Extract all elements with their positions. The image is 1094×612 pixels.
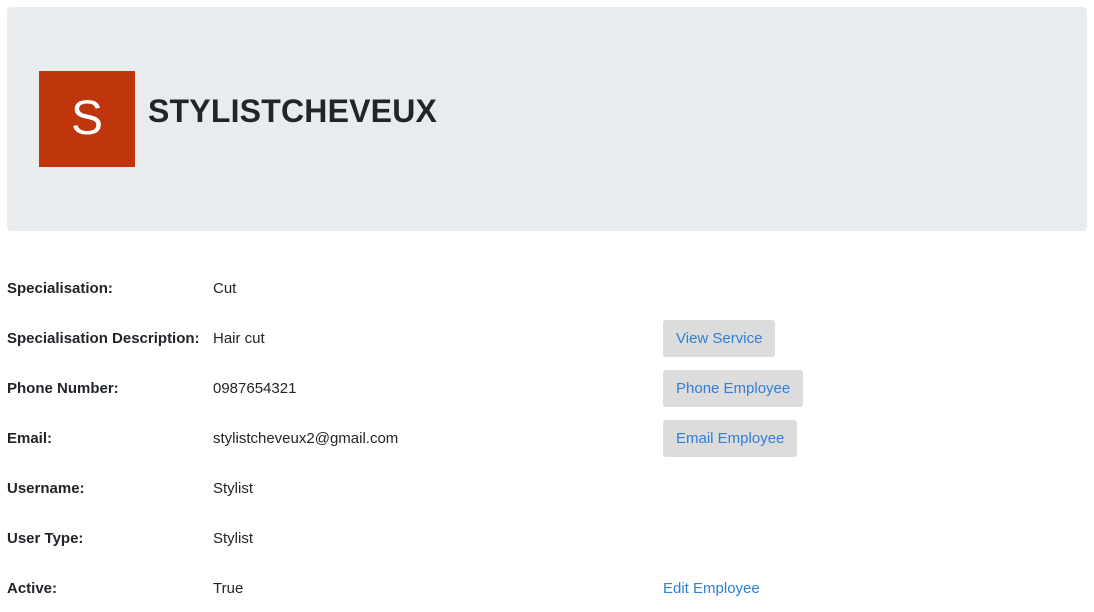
active-label: Active: <box>7 580 58 597</box>
user-type-label: User Type: <box>7 530 84 547</box>
user-type-row: User Type: Stylist <box>7 519 1087 559</box>
specialisation-value: Cut <box>213 280 237 297</box>
active-row: Active: True Edit Employee <box>7 569 1087 609</box>
specialisation-description-row: Specialisation Description: Hair cut Vie… <box>7 319 1087 359</box>
specialisation-label: Specialisation: <box>7 280 113 297</box>
avatar: S <box>39 71 135 167</box>
active-value: True <box>213 580 244 597</box>
specialisation-description-label: Specialisation Description: <box>7 330 200 347</box>
username-row: Username: Stylist <box>7 469 1087 509</box>
email-employee-button[interactable]: Email Employee <box>663 420 798 457</box>
specialisation-row: Specialisation: Cut <box>7 269 1087 309</box>
phone-number-label: Phone Number: <box>7 380 119 397</box>
email-value: stylistcheveux2@gmail.com <box>213 430 399 447</box>
username-label: Username: <box>7 480 85 497</box>
phone-number-value: 0987654321 <box>213 380 297 397</box>
phone-employee-button[interactable]: Phone Employee <box>663 370 804 407</box>
edit-employee-link[interactable]: Edit Employee <box>663 580 760 598</box>
view-service-button[interactable]: View Service <box>663 320 776 357</box>
username-value: Stylist <box>213 480 254 497</box>
employee-name: STYLISTCHEVEUX <box>148 93 438 129</box>
email-label: Email: <box>7 430 53 447</box>
specialisation-description-value: Hair cut <box>213 330 265 347</box>
profile-header: S STYLISTCHEVEUX <box>7 7 1087 231</box>
phone-number-row: Phone Number: 0987654321 Phone Employee <box>7 369 1087 409</box>
user-type-value: Stylist <box>213 530 254 547</box>
email-row: Email: stylistcheveux2@gmail.com Email E… <box>7 419 1087 459</box>
